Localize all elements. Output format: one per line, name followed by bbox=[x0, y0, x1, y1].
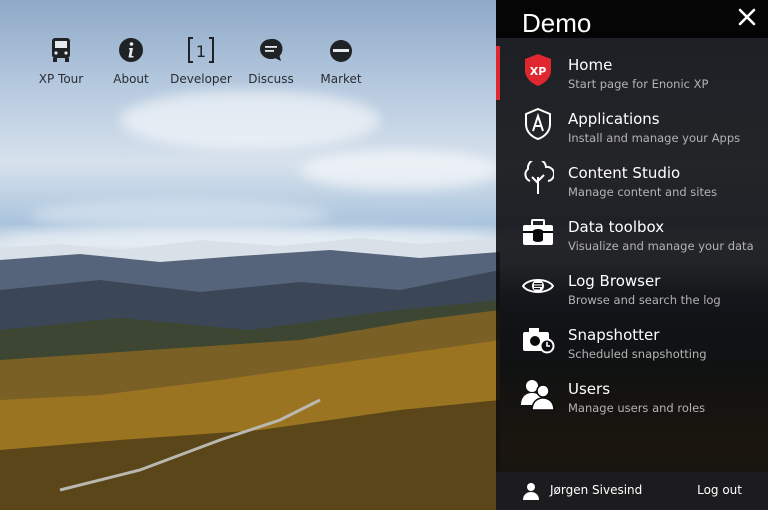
menu-item-applications[interactable]: Applications Install and manage your App… bbox=[496, 100, 768, 154]
menu-item-subtitle: Scheduled snapshotting bbox=[568, 347, 707, 361]
user-name: Jørgen Sivesind bbox=[550, 483, 643, 497]
menu-item-title: Log Browser bbox=[568, 272, 661, 290]
applications-icon bbox=[520, 106, 556, 142]
menu-item-title: Content Studio bbox=[568, 164, 681, 182]
xp-shield-icon: XP bbox=[520, 52, 556, 88]
menu-item-log-browser[interactable]: Log Browser Browse and search the log bbox=[496, 262, 768, 316]
camera-clock-icon bbox=[520, 322, 556, 358]
svg-text:XP: XP bbox=[530, 65, 547, 78]
shopping-bag-icon bbox=[330, 40, 352, 62]
menu-item-title: Snapshotter bbox=[568, 326, 660, 344]
bracket-one-icon: 1 bbox=[188, 37, 214, 63]
xp-tour-button[interactable]: XP Tour bbox=[26, 36, 96, 86]
menu-item-users[interactable]: Users Manage users and roles bbox=[496, 370, 768, 424]
panel-footer: Jørgen Sivesind Log out bbox=[496, 472, 768, 510]
users-icon bbox=[520, 376, 556, 412]
menu-item-snapshotter[interactable]: Snapshotter Scheduled snapshotting bbox=[496, 316, 768, 370]
about-button[interactable]: About bbox=[96, 36, 166, 86]
about-label: About bbox=[113, 72, 149, 86]
market-button[interactable]: Market bbox=[306, 36, 376, 86]
menu-item-title: Applications bbox=[568, 110, 660, 128]
developer-button[interactable]: 1 Developer bbox=[166, 36, 236, 86]
chat-bubble-icon bbox=[260, 38, 283, 61]
launcher-toolbar: XP Tour About 1 Developer Discuss Market bbox=[26, 36, 376, 86]
panel-title: Demo bbox=[522, 8, 592, 38]
menu-item-subtitle: Browse and search the log bbox=[568, 293, 721, 307]
menu-item-title: Users bbox=[568, 380, 611, 398]
menu-item-home[interactable]: XP Home Start page for Enonic XP bbox=[496, 46, 768, 100]
app-menu: XP Home Start page for Enonic XP Applica… bbox=[496, 46, 768, 424]
menu-item-subtitle: Start page for Enonic XP bbox=[568, 77, 709, 91]
menu-item-subtitle: Manage content and sites bbox=[568, 185, 718, 199]
logout-link[interactable]: Log out bbox=[697, 483, 742, 497]
menu-item-subtitle: Visualize and manage your data bbox=[568, 239, 754, 253]
eye-icon bbox=[520, 268, 556, 304]
user-icon bbox=[523, 483, 539, 500]
menu-item-title: Data toolbox bbox=[568, 218, 665, 236]
close-icon[interactable] bbox=[736, 6, 758, 28]
discuss-button[interactable]: Discuss bbox=[236, 36, 306, 86]
info-icon bbox=[119, 38, 143, 62]
market-label: Market bbox=[320, 72, 362, 86]
menu-item-subtitle: Install and manage your Apps bbox=[568, 131, 741, 145]
developer-label: Developer bbox=[170, 72, 232, 86]
menu-item-data-toolbox[interactable]: Data toolbox Visualize and manage your d… bbox=[496, 208, 768, 262]
toolbox-icon bbox=[520, 214, 556, 250]
tree-icon bbox=[520, 160, 556, 196]
xp-tour-label: XP Tour bbox=[38, 72, 84, 86]
svg-text:1: 1 bbox=[196, 42, 206, 61]
launcher-panel: Demo XP Home Start page for Enonic XP Ap… bbox=[496, 0, 768, 510]
menu-item-content-studio[interactable]: Content Studio Manage content and sites bbox=[496, 154, 768, 208]
menu-item-title: Home bbox=[568, 56, 613, 74]
menu-item-subtitle: Manage users and roles bbox=[568, 401, 706, 415]
bus-icon bbox=[52, 38, 70, 62]
discuss-label: Discuss bbox=[248, 72, 294, 86]
